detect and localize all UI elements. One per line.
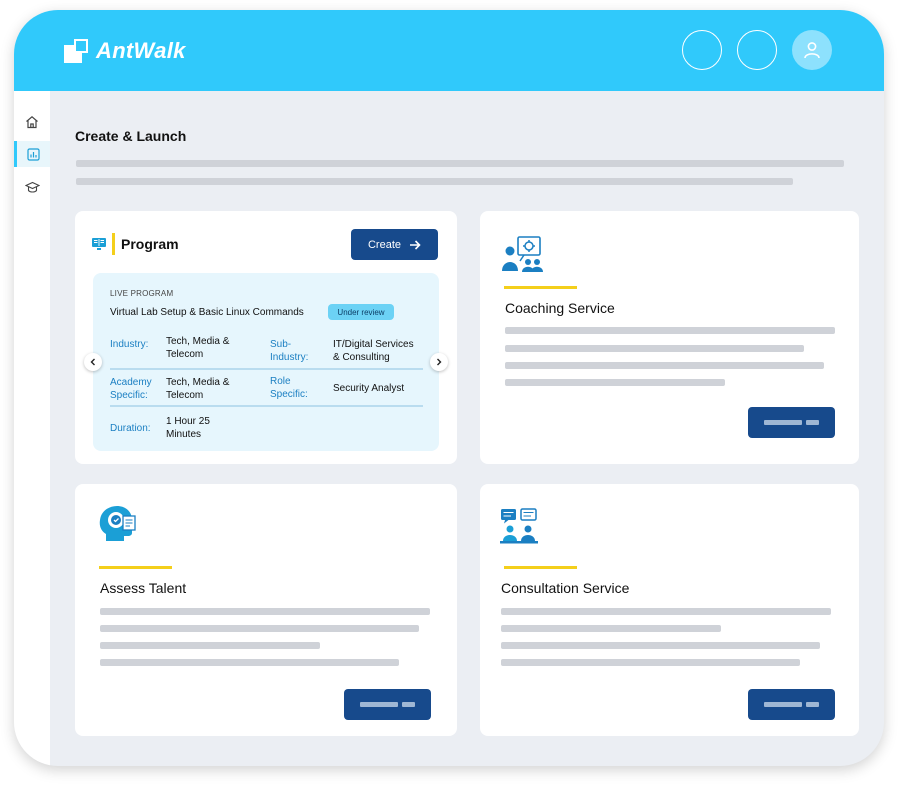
chevron-left-icon xyxy=(90,358,95,366)
description-placeholder-line xyxy=(100,659,399,666)
coaching-accent-bar xyxy=(504,286,577,289)
top-bar: AntWalk xyxy=(14,10,884,91)
consultation-service-button[interactable] xyxy=(748,689,835,720)
program-title: Program xyxy=(121,236,179,252)
role-label: Role Specific: xyxy=(270,376,308,400)
description-placeholder-line xyxy=(501,608,831,615)
assess-talent-button[interactable] xyxy=(344,689,431,720)
assess-accent-bar xyxy=(99,566,172,569)
description-placeholder-line xyxy=(501,659,800,666)
consultation-accent-bar xyxy=(504,566,577,569)
brand-name: AntWalk xyxy=(96,38,186,63)
description-placeholder-line xyxy=(505,327,835,334)
chart-icon xyxy=(27,147,40,161)
assess-talent-card[interactable]: Assess Talent xyxy=(75,484,457,736)
consultation-icon xyxy=(500,508,538,544)
description-placeholder-line xyxy=(505,362,824,369)
description-placeholder-line xyxy=(501,625,721,632)
industry-value: Tech, Media & Telecom xyxy=(166,336,230,360)
consultation-service-title: Consultation Service xyxy=(501,580,630,596)
coaching-service-button[interactable] xyxy=(748,407,835,438)
create-program-button[interactable]: Create xyxy=(351,229,438,260)
brand-logo[interactable]: AntWalk xyxy=(64,38,186,64)
sidebar-item-dashboard[interactable] xyxy=(14,141,50,167)
coaching-service-title: Coaching Service xyxy=(505,300,615,316)
chevron-right-icon xyxy=(437,358,442,366)
create-label: Create xyxy=(367,238,402,251)
program-header: Program xyxy=(91,233,179,255)
description-placeholder-line xyxy=(501,642,820,649)
row-divider xyxy=(110,368,423,370)
carousel-next-button[interactable] xyxy=(430,353,448,371)
description-placeholder-line xyxy=(505,379,725,386)
subindustry-value: IT/Digital Services & Consulting xyxy=(333,339,414,363)
duration-value: 1 Hour 25 Minutes xyxy=(166,416,210,440)
description-placeholder-line xyxy=(100,608,430,615)
coaching-service-card[interactable]: Coaching Service xyxy=(480,211,859,464)
arrow-right-icon xyxy=(410,239,421,250)
graduation-cap-icon xyxy=(24,181,40,193)
row-divider xyxy=(110,405,423,407)
program-book-icon xyxy=(92,238,106,250)
user-icon xyxy=(804,42,820,59)
home-icon xyxy=(26,116,38,129)
consultation-service-card[interactable]: Consultation Service xyxy=(480,484,859,736)
sidebar-item-learning[interactable] xyxy=(14,174,50,200)
role-value: Security Analyst xyxy=(333,383,405,394)
sidebar xyxy=(14,91,50,766)
sidebar-item-home[interactable] xyxy=(14,109,50,135)
logo-mark-icon xyxy=(64,39,88,63)
header-circle-button-2[interactable] xyxy=(737,30,777,70)
subindustry-label: Sub-Industry: xyxy=(270,339,309,363)
description-placeholder-line xyxy=(100,642,320,649)
description-placeholder-line xyxy=(76,160,844,167)
app-window: AntWalk Create & Launch Program Create L… xyxy=(14,10,884,766)
coaching-icon xyxy=(502,236,543,272)
live-program-card[interactable]: LIVE PROGRAM Virtual Lab Setup & Basic L… xyxy=(93,273,439,451)
description-placeholder-line xyxy=(76,178,793,185)
description-placeholder-line xyxy=(100,625,419,632)
user-avatar[interactable] xyxy=(792,30,832,70)
academy-label: Academy Specific: xyxy=(110,377,152,401)
program-accent-bar xyxy=(112,233,115,255)
assess-talent-title: Assess Talent xyxy=(100,580,187,596)
duration-label: Duration: xyxy=(110,423,151,434)
header-circle-button-1[interactable] xyxy=(682,30,722,70)
description-placeholder-line xyxy=(505,345,804,352)
page-title: Create & Launch xyxy=(75,128,187,144)
industry-label: Industry: xyxy=(110,339,149,350)
carousel-prev-button[interactable] xyxy=(84,353,102,371)
live-program-label: LIVE PROGRAM xyxy=(110,289,174,298)
program-card: Program Create LIVE PROGRAM Virtual Lab … xyxy=(75,211,457,464)
live-program-name: Virtual Lab Setup & Basic Linux Commands xyxy=(110,307,304,318)
assess-talent-icon xyxy=(99,506,136,541)
academy-value: Tech, Media & Telecom xyxy=(166,377,230,401)
status-badge: Under review xyxy=(328,304,394,320)
